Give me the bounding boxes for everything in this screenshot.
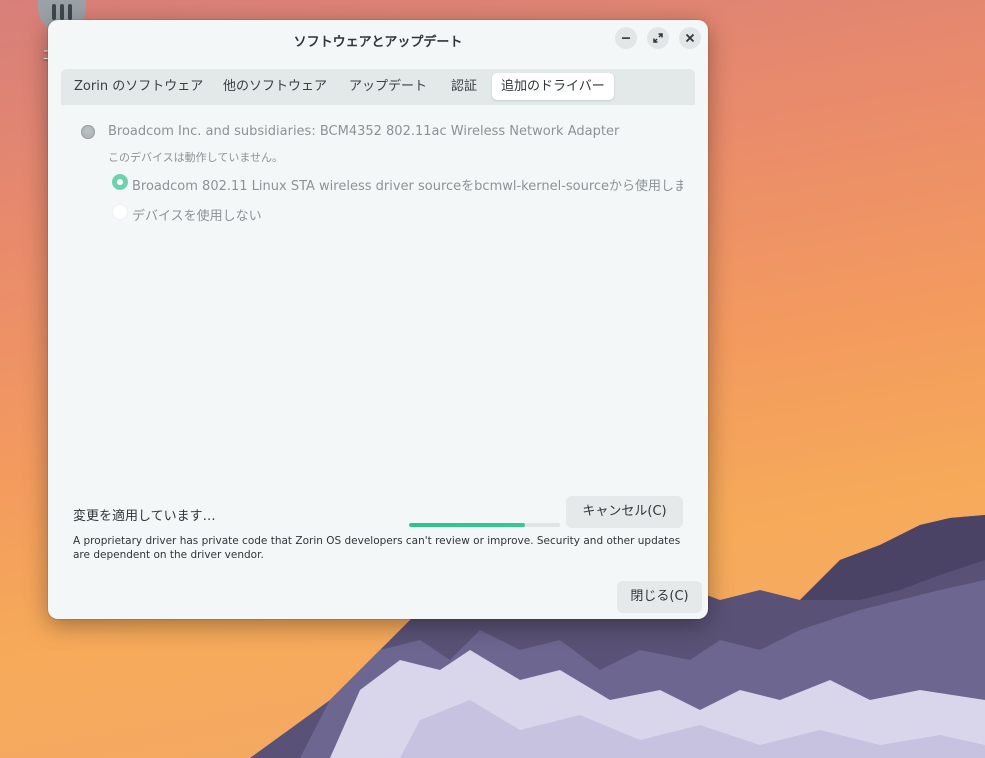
driver-option-label-none[interactable]: デバイスを使用しない (132, 205, 262, 224)
driver-option-radio-broadcom[interactable] (112, 174, 128, 190)
drivers-panel: Broadcom Inc. and subsidiaries: BCM4352 … (61, 105, 695, 495)
cancel-button[interactable]: キャンセル(C) (566, 496, 683, 528)
tab-additional-drivers[interactable]: 追加のドライバー (492, 73, 614, 100)
close-button[interactable] (679, 27, 701, 49)
driver-option-label-broadcom[interactable]: Broadcom 802.11 Linux STA wireless drive… (132, 175, 683, 194)
applying-changes-text: 変更を適用しています… (73, 509, 216, 524)
proprietary-driver-notice: A proprietary driver has private code th… (73, 535, 681, 561)
apply-progress-fill (409, 523, 526, 527)
minimize-icon (622, 37, 630, 39)
minimize-button[interactable] (615, 27, 637, 49)
software-updates-window: ソフトウェアとアップデート Zorin のソフトウェア 他のソフトウェア アップ… (48, 20, 708, 619)
maximize-button[interactable] (647, 27, 669, 49)
tab-updates[interactable]: アップデート (340, 73, 436, 100)
device-status-indicator (81, 125, 95, 139)
window-title: ソフトウェアとアップデート (293, 35, 463, 50)
device-name: Broadcom Inc. and subsidiaries: BCM4352 … (108, 124, 620, 139)
device-status: このデバイスは動作していません。 (108, 151, 284, 164)
tab-other-software[interactable]: 他のソフトウェア (214, 73, 336, 100)
maximize-icon (653, 33, 663, 43)
title-bar[interactable]: ソフトウェアとアップデート (48, 20, 708, 60)
apply-progress-bar (409, 523, 560, 527)
tab-bar: Zorin のソフトウェア 他のソフトウェア アップデート 認証 追加のドライバ… (61, 69, 695, 105)
close-dialog-button[interactable]: 閉じる(C) (617, 581, 702, 613)
close-icon (685, 33, 695, 43)
tab-zorin-software[interactable]: Zorin のソフトウェア (65, 73, 212, 100)
driver-option-radio-none[interactable] (112, 204, 128, 220)
tab-authentication[interactable]: 認証 (442, 73, 486, 100)
